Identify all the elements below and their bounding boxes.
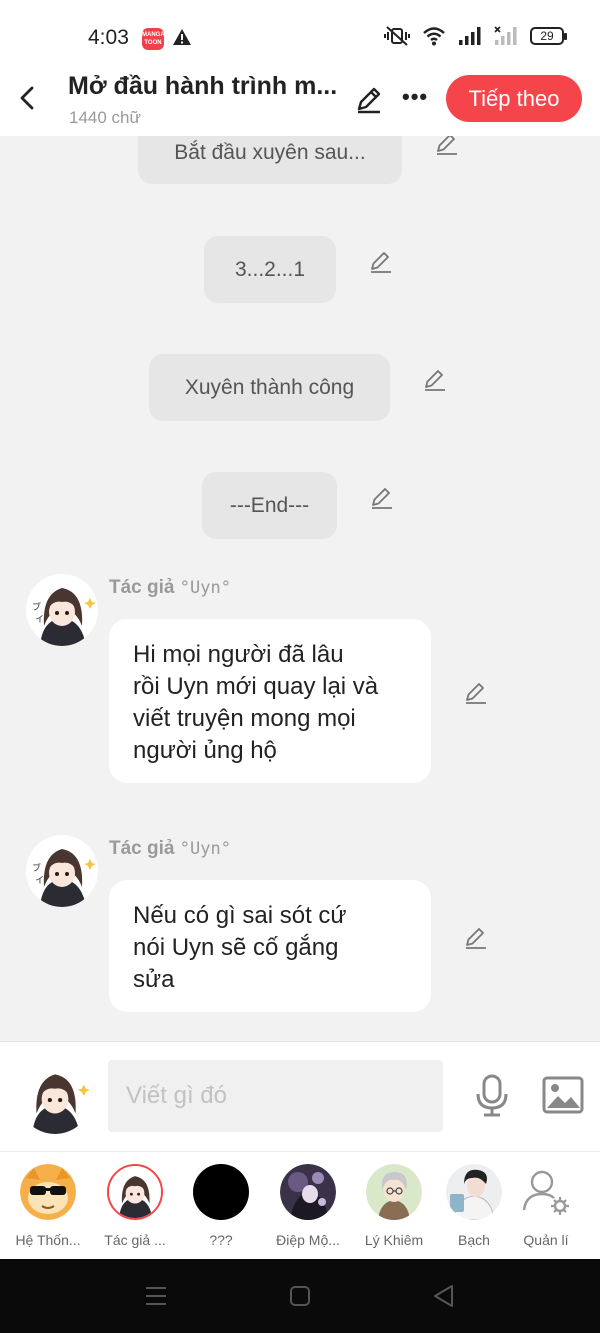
message-input[interactable] (108, 1060, 443, 1132)
anime-girl-avatar-icon (18, 1060, 92, 1134)
character-label: Điệp Mộ... (276, 1232, 340, 1248)
author-suffix: °Uyn° (179, 578, 231, 598)
narration-text: Bắt đầu xuyên sau... (174, 141, 366, 164)
character-label: Quản lí (523, 1232, 569, 1248)
character-item-selected[interactable]: Tác giả ... (95, 1164, 175, 1248)
author-name: Tác giả °Uyn° (109, 838, 231, 860)
message-line: Hi mọi người đã lâu (133, 641, 344, 668)
status-time: 4:03 (88, 26, 129, 49)
system-nav-bar (0, 1259, 600, 1333)
manage-user-icon (522, 1170, 569, 1215)
character-label: Lý Khiêm (364, 1232, 424, 1248)
edit-icon[interactable] (422, 366, 448, 392)
image-icon[interactable] (542, 1076, 584, 1114)
narration-text: 3...2...1 (234, 258, 306, 281)
edit-icon[interactable] (368, 248, 394, 274)
edit-icon[interactable] (434, 136, 460, 156)
character-item[interactable]: Điệp Mộ... (268, 1164, 348, 1248)
manage-characters-button[interactable]: Quản lí (506, 1164, 586, 1248)
character-label: Tác giả ... (104, 1232, 166, 1248)
warning-icon (173, 29, 191, 45)
edit-icon[interactable] (463, 924, 489, 950)
vibrate-icon (384, 26, 410, 46)
narration-bubble[interactable]: ---End--- (202, 472, 337, 539)
message-line: Nếu có gì sai sót cứ (133, 902, 347, 929)
narration-bubble[interactable]: 3...2...1 (204, 236, 336, 303)
character-label: ??? (209, 1232, 233, 1248)
author-label: Tác giả (109, 577, 175, 598)
message-line: sửa (133, 966, 175, 993)
author-avatar[interactable]: ブイ (26, 835, 98, 907)
episode-title[interactable]: Mở đầu hành trình m... (68, 72, 348, 101)
svg-text:ブ: ブ (32, 862, 41, 874)
chat-area: Bắt đầu xuyên sau... 3...2...1 Xuyên thà… (0, 136, 600, 1041)
signal-weak-icon (494, 26, 517, 45)
character-item[interactable]: ??? (181, 1164, 261, 1248)
message-line: viết truyện mong mọi (133, 705, 356, 732)
anime-girl-avatar-icon (107, 1164, 163, 1220)
current-character-avatar[interactable] (18, 1060, 92, 1134)
author-avatar[interactable]: ブイ (26, 574, 98, 646)
edit-title-icon[interactable] (354, 84, 384, 114)
editor-header: Mở đầu hành trình m... 1440 chữ ••• Tiếp… (0, 70, 600, 136)
anime-girl-avatar-icon: ブイ (26, 835, 98, 907)
svg-text:イ: イ (35, 876, 44, 886)
black-circle-avatar-icon (193, 1164, 249, 1220)
mangatoon-app-icon: MANGA TOON (142, 28, 165, 50)
next-button[interactable]: Tiếp theo (446, 75, 582, 122)
cat-sunglasses-avatar-icon (20, 1164, 76, 1220)
svg-text:イ: イ (35, 615, 44, 625)
menu-icon[interactable] (145, 1285, 167, 1307)
narration-bubble[interactable]: Bắt đầu xuyên sau... (138, 136, 402, 184)
message-line: người ủng hộ (133, 737, 277, 764)
microphone-icon[interactable] (474, 1074, 510, 1118)
narration-text: Xuyên thành công (184, 376, 355, 399)
svg-text:ブ: ブ (32, 601, 41, 613)
character-label: Hệ Thốn... (15, 1232, 81, 1248)
character-item[interactable]: Hệ Thốn... (8, 1164, 88, 1248)
back-icon[interactable] (14, 84, 42, 112)
man-glasses-avatar-icon (366, 1164, 422, 1220)
edit-icon[interactable] (463, 679, 489, 705)
character-item[interactable]: Lý Khiêm (354, 1164, 434, 1248)
character-selector: Hệ Thốn... Tác giả ... ??? Điệp Mộ... Lý… (0, 1151, 600, 1259)
more-icon[interactable]: ••• (402, 84, 428, 110)
home-icon[interactable] (289, 1285, 311, 1307)
message-line: rồi Uyn mới quay lại và (133, 673, 379, 700)
anime-girl-avatar-icon: ブイ (26, 574, 98, 646)
wifi-icon (423, 27, 445, 46)
signal-icon (459, 27, 481, 45)
author-suffix: °Uyn° (179, 839, 231, 859)
narration-bubble[interactable]: Xuyên thành công (149, 354, 390, 421)
composer-bar (0, 1041, 600, 1151)
author-label: Tác giả (109, 838, 175, 859)
back-nav-icon[interactable] (432, 1284, 454, 1308)
author-name: Tác giả °Uyn° (109, 577, 231, 599)
character-label: Bạch (458, 1232, 490, 1248)
message-bubble[interactable]: Hi mọi người đã lâu rồi Uyn mới quay lại… (109, 619, 431, 783)
edit-icon[interactable] (369, 484, 395, 510)
character-item[interactable]: Bạch (434, 1164, 514, 1248)
narration-text: ---End--- (229, 494, 310, 517)
status-icons: 29 (384, 26, 567, 46)
status-bar: 4:03 MANGA TOON 29 (0, 0, 600, 70)
message-line: nói Uyn sẽ cố gắng (133, 934, 339, 961)
dark-fantasy-avatar-icon (280, 1164, 336, 1220)
word-count: 1440 chữ (69, 108, 141, 127)
man-coat-avatar-icon (446, 1164, 502, 1220)
battery-icon: 29 (530, 27, 567, 45)
message-bubble[interactable]: Nếu có gì sai sót cứ nói Uyn sẽ cố gắng … (109, 880, 431, 1012)
